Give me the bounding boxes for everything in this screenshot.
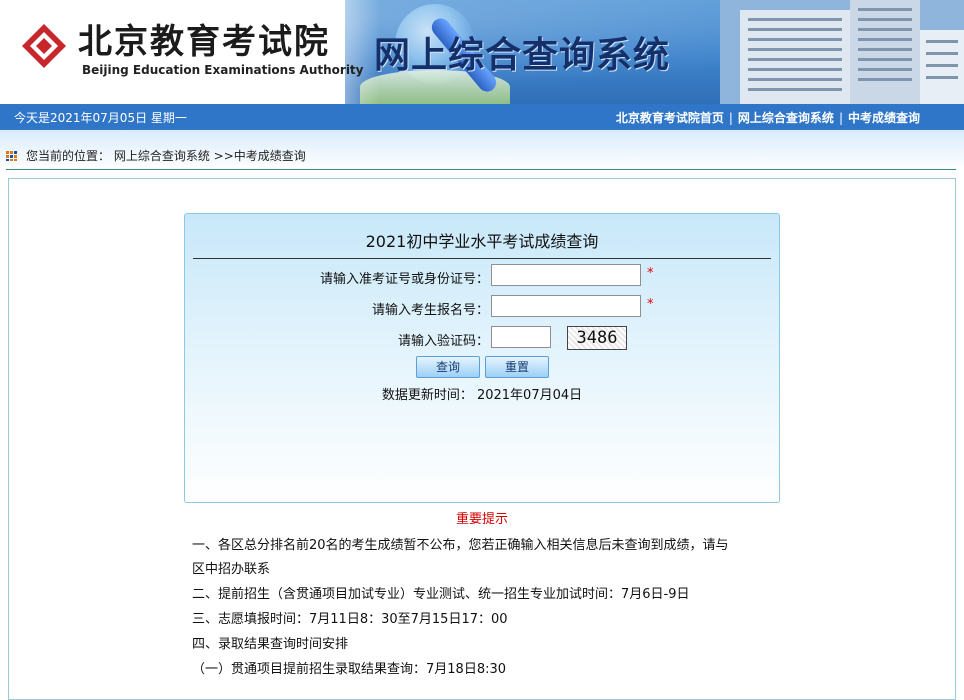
nav-link-zhongkao-score[interactable]: 中考成绩查询 xyxy=(848,111,920,125)
id-number-input[interactable] xyxy=(491,264,641,286)
id-label: 请输入准考证号或身份证号： xyxy=(319,272,489,287)
building-image xyxy=(720,0,964,104)
data-update-time: 数据更新时间： 2021年07月04日 xyxy=(381,388,583,403)
system-title: 网上综合查询系统 xyxy=(374,34,671,76)
notice-line: （一）贯通项目提前招生录取结果查询：7月18日8:30 xyxy=(192,662,507,677)
logo-chinese-text: 北京教育考试院 xyxy=(78,22,330,62)
captcha-label: 请输入验证码： xyxy=(397,334,489,349)
title-divider xyxy=(193,258,771,259)
reg-label: 请输入考生报名号： xyxy=(371,303,489,318)
location-grid-icon xyxy=(6,151,17,161)
notice-title: 重要提示 xyxy=(455,512,508,527)
top-nav: 北京教育考试院首页 | 网上综合查询系统 | 中考成绩查询 xyxy=(616,109,920,126)
logo-english-text: Beijing Education Examinations Authority xyxy=(82,63,364,77)
registration-number-input[interactable] xyxy=(491,295,641,317)
nav-link-query-system[interactable]: 网上综合查询系统 xyxy=(738,111,834,125)
logo-icon xyxy=(22,24,66,68)
notice-line: 三、志愿填报时间：7月11日8：30至7月15日17：00 xyxy=(192,612,508,627)
query-panel: 2021初中学业水平考试成绩查询 请输入准考证号或身份证号： * 请输入考生报名… xyxy=(184,213,780,503)
notice-line: 二、提前招生（含贯通项目加试专业）专业测试、统一招生专业加试时间：7月6日-9日 xyxy=(192,587,690,602)
breadcrumb-prefix: 您当前的位置： xyxy=(26,149,111,163)
form-title: 2021初中学业水平考试成绩查询 xyxy=(365,232,599,251)
notice-line: 一、各区总分排名前20名的考生成绩暂不公布，您若正确输入相关信息后未查询到成绩，… xyxy=(192,538,729,553)
nav-separator: | xyxy=(728,111,733,125)
notice-line: 四、录取结果查询时间安排 xyxy=(192,637,349,652)
required-mark: * xyxy=(647,266,654,281)
breadcrumb-path: 网上综合查询系统 >>中考成绩查询 xyxy=(113,149,306,163)
nav-link-bjeea-home[interactable]: 北京教育考试院首页 xyxy=(616,111,724,125)
notice-line: 区中招办联系 xyxy=(192,562,271,577)
top-bar: 今天是2021年07月05日 星期一 北京教育考试院首页 | 网上综合查询系统 | 中考… xyxy=(0,104,964,130)
breadcrumb-divider xyxy=(6,169,956,170)
query-button[interactable]: 查询 xyxy=(416,356,480,378)
captcha-input[interactable] xyxy=(491,326,551,348)
nav-separator: | xyxy=(838,111,843,125)
reset-button[interactable]: 重置 xyxy=(485,356,549,378)
current-date: 今天是2021年07月05日 星期一 xyxy=(14,111,187,125)
breadcrumb: 您当前的位置： 网上综合查询系统 >>中考成绩查询 xyxy=(6,147,306,164)
captcha-image[interactable]: 3486 xyxy=(567,326,627,350)
header-banner: 北京教育考试院 Beijing Education Examinations A… xyxy=(0,0,964,104)
required-mark: * xyxy=(647,297,654,312)
